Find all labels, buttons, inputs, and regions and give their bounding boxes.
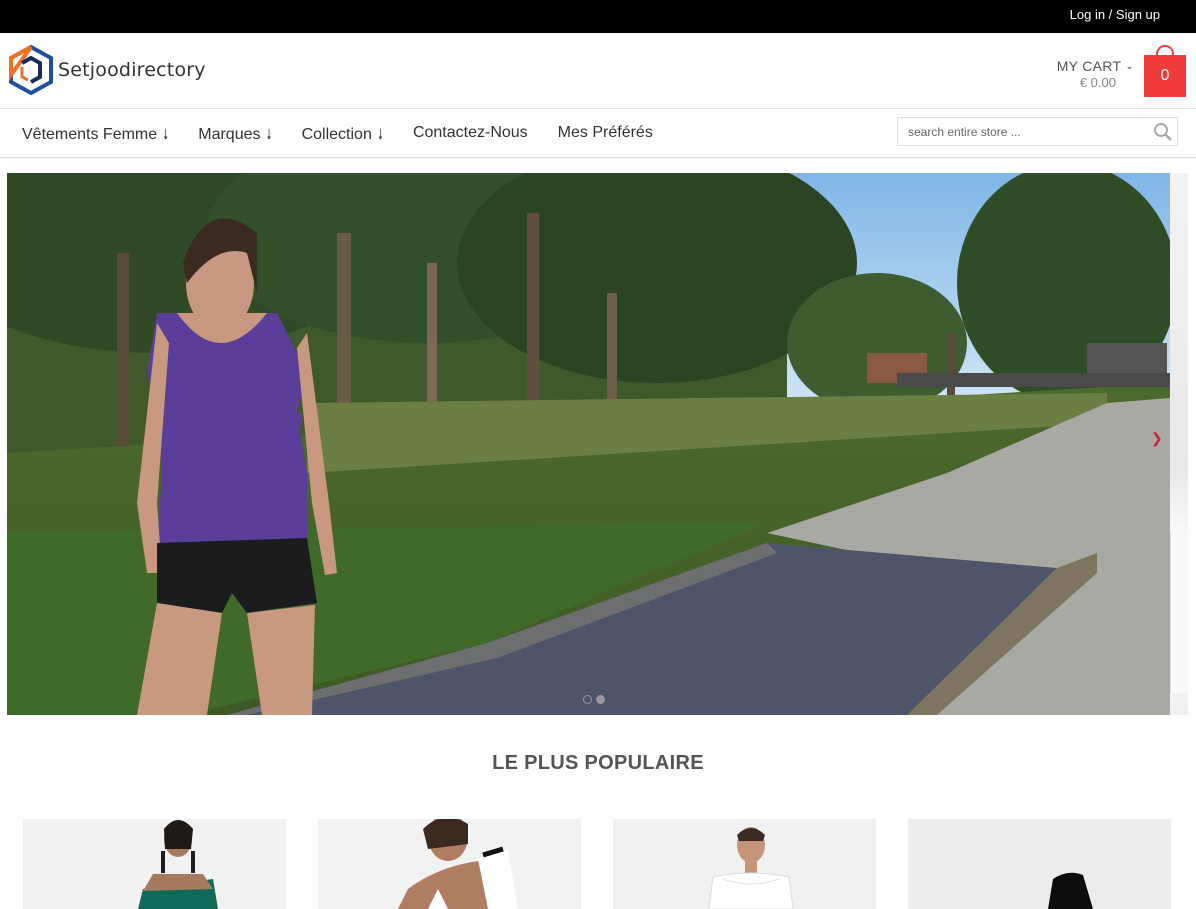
product-card[interactable] [318, 819, 581, 909]
auth-separator: / [1105, 7, 1116, 22]
search-box [897, 117, 1178, 146]
section-title: LE PLUS POPULAIRE [492, 752, 704, 774]
product-grid [23, 819, 1171, 909]
nav-item-collection[interactable]: Collection 🠓 [302, 124, 383, 148]
logo-icon [9, 45, 53, 95]
nav-menu: Vêtements Femme 🠓 Marques 🠓 Collection 🠓 Co… [22, 124, 683, 148]
nav-item-marques[interactable]: Marques 🠓 [198, 124, 271, 148]
slider-dots [583, 695, 609, 704]
next-slide-peek [1170, 173, 1188, 715]
product-image [23, 819, 286, 909]
nav-item-vetements-femme[interactable]: Vêtements Femme 🠓 [22, 124, 168, 148]
cart-count: 0 [1144, 55, 1186, 97]
next-slide-image [1170, 533, 1188, 693]
cart-label[interactable]: MY CART ⌄ [1057, 58, 1134, 74]
chevron-right-icon[interactable]: ❯ [1151, 430, 1163, 447]
slider-dot-1[interactable] [583, 695, 592, 704]
product-image [318, 819, 581, 909]
signup-link[interactable]: Sign up [1116, 7, 1160, 22]
slider-dot-2[interactable] [596, 695, 605, 704]
search-icon[interactable] [1153, 122, 1173, 142]
nav-item-contactez-nous[interactable]: Contactez-Nous [413, 124, 528, 148]
top-bar: Log in / Sign up [0, 0, 1196, 33]
logo-text: Setjoodirectory [58, 59, 206, 81]
search-input[interactable] [898, 118, 1138, 145]
auth-links: Log in / Sign up [1070, 7, 1160, 22]
product-card[interactable] [908, 819, 1171, 909]
cart-info[interactable]: MY CART ⌄ € 0.00 [1057, 58, 1134, 90]
arrow-down-icon: 🠓 [266, 126, 272, 142]
product-image [613, 819, 876, 909]
product-card[interactable] [613, 819, 876, 909]
product-image [908, 819, 1171, 909]
login-link[interactable]: Log in [1070, 7, 1105, 22]
arrow-down-icon: 🠓 [377, 126, 383, 142]
logo[interactable]: Setjoodirectory [8, 45, 206, 95]
main-nav: Vêtements Femme 🠓 Marques 🠓 Collection 🠓 Co… [0, 110, 1196, 158]
site-header: Setjoodirectory MY CART ⌄ € 0.00 0 [0, 33, 1196, 109]
mini-cart[interactable]: MY CART ⌄ € 0.00 0 [1057, 45, 1186, 97]
product-card[interactable] [23, 819, 286, 909]
nav-item-mes-preferes[interactable]: Mes Préférés [558, 124, 653, 148]
chevron-down-icon: ⌄ [1125, 61, 1134, 72]
arrow-down-icon: 🠓 [163, 126, 169, 142]
cart-total: € 0.00 [1079, 75, 1116, 90]
cart-bag-icon[interactable]: 0 [1144, 45, 1186, 97]
hero-slide-image[interactable] [7, 173, 1170, 715]
